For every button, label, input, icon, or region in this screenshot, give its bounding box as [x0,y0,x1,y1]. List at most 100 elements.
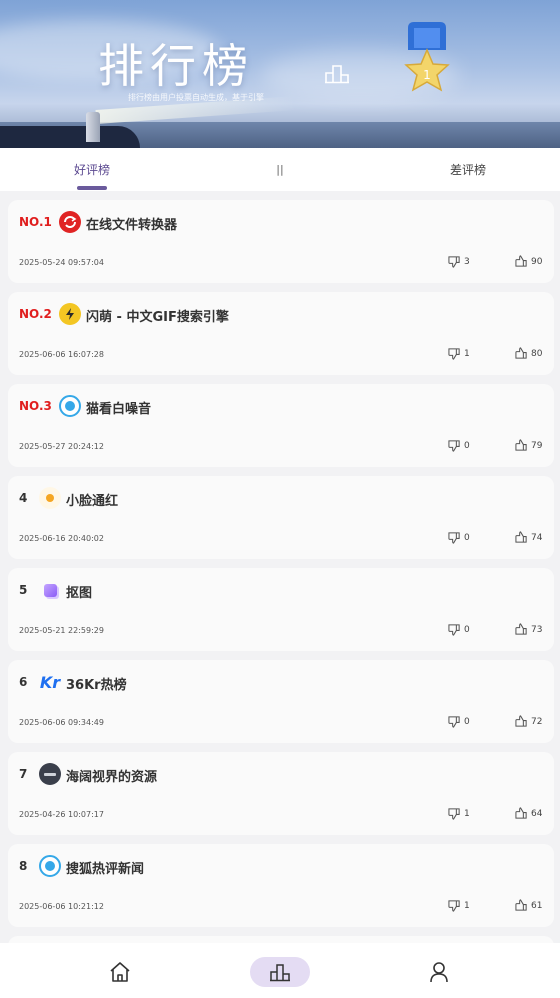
banner: 排行榜 排行榜由用户投票自动生成，基于引擎 1 [0,0,560,148]
tab-good-reviews[interactable]: 好评榜 [60,148,124,191]
list-item[interactable]: 4 小脸通红 2025-06-16 20:40:02 0 74 [8,476,554,559]
thumbs-down-icon [448,716,460,728]
thumbs-down-icon [448,624,460,636]
rank-label: 4 [19,491,28,505]
dislike-count: 1 [464,348,470,359]
app-name: 闪萌 - 中文GIF搜索引擎 [86,310,229,325]
rank-label: NO.2 [19,307,52,321]
thumbs-up-icon [515,899,527,911]
thumbs-down-icon [448,532,460,544]
like-button[interactable]: 90 [515,255,542,268]
timestamp: 2025-06-06 10:21:12 [19,902,104,911]
circle-dot-icon [39,855,61,877]
list-item[interactable]: 6 Kr 36Kr热榜 2025-06-06 09:34:49 0 72 [8,660,554,743]
banner-subtitle: 排行榜由用户投票自动生成，基于引擎 [128,93,264,102]
dislike-count: 0 [464,532,470,543]
thumbs-up-icon [515,255,527,267]
kr-logo-icon: Kr [39,672,61,692]
timestamp: 2025-06-16 20:40:02 [19,534,104,543]
thumbs-down-icon [448,808,460,820]
thumbs-down-icon [448,900,460,912]
rank-label: NO.1 [19,215,52,229]
app-name: 海阔视界的资源 [66,770,158,785]
like-button[interactable]: 73 [515,623,542,636]
like-button[interactable]: 61 [515,899,542,912]
app-name: 搜狐热评新闻 [66,862,145,877]
dislike-button[interactable]: 0 [448,531,470,544]
nav-home-button[interactable] [90,957,150,987]
active-tab-indicator [77,186,107,190]
dislike-count: 0 [464,440,470,451]
nav-ranking-button[interactable] [250,957,310,987]
dislike-button[interactable]: 1 [448,899,470,912]
timestamp: 2025-05-24 09:57:04 [19,258,104,267]
dislike-count: 0 [464,716,470,727]
app-name: 抠图 [66,586,93,601]
rank-label: 5 [19,583,28,597]
rank-label: 7 [19,767,28,781]
like-button[interactable]: 79 [515,439,542,452]
dislike-button[interactable]: 0 [448,715,470,728]
like-button[interactable]: 74 [515,531,542,544]
thumbs-up-icon [515,807,527,819]
convert-icon [59,211,81,233]
svg-text:1: 1 [423,68,431,82]
tab-separator: || [276,163,284,176]
lightning-icon [59,303,81,325]
ranking-list: NO.1 在线文件转换器 2025-05-24 09:57:04 3 90 NO… [0,191,560,943]
list-item[interactable]: 7 海阔视界的资源 2025-04-26 10:07:17 1 64 [8,752,554,835]
dark-badge-icon [39,763,61,785]
dislike-count: 0 [464,624,470,635]
thumbs-up-icon [515,439,527,451]
list-item[interactable]: 5 抠图 2025-05-21 22:59:29 0 73 [8,568,554,651]
thumbs-down-icon [448,256,460,268]
dislike-count: 1 [464,900,470,911]
list-item[interactable]: 8 搜狐热评新闻 2025-06-06 10:21:12 1 61 [8,844,554,927]
like-count: 74 [531,532,543,543]
like-button[interactable]: 72 [515,715,542,728]
app-name: 小脸通红 [66,494,119,509]
dislike-count: 1 [464,808,470,819]
dislike-button[interactable]: 1 [448,807,470,820]
circle-dot-icon [59,395,81,417]
banner-title: 排行榜 [98,39,254,93]
thumbs-up-icon [515,623,527,635]
timestamp: 2025-06-06 16:07:28 [19,350,104,359]
rank-label: NO.3 [19,399,52,413]
app-name: 猫看白噪音 [86,402,152,417]
list-item[interactable]: NO.2 闪萌 - 中文GIF搜索引擎 2025-06-06 16:07:28 … [8,292,554,375]
like-count: 73 [531,624,543,635]
sun-icon [39,487,61,509]
tab-bad-reviews[interactable]: 差评榜 [436,148,500,191]
list-item[interactable]: NO.1 在线文件转换器 2025-05-24 09:57:04 3 90 [8,200,554,283]
thumbs-up-icon [515,715,527,727]
lighthouse-icon [86,112,100,142]
list-item[interactable] [8,936,554,943]
dislike-button[interactable]: 1 [448,347,470,360]
dislike-button[interactable]: 0 [448,439,470,452]
dislike-button[interactable]: 3 [448,255,470,268]
nav-profile-button[interactable] [409,957,469,987]
like-button[interactable]: 80 [515,347,542,360]
home-icon [110,962,130,982]
app-name: 36Kr热榜 [66,678,127,693]
rank-label: 6 [19,675,28,689]
app-name: 在线文件转换器 [86,218,178,233]
rank-label: 8 [19,859,28,873]
thumbs-down-icon [448,348,460,360]
like-count: 80 [531,348,543,359]
like-count: 90 [531,256,543,267]
cutout-icon [39,579,61,601]
list-item[interactable]: NO.3 猫看白噪音 2025-05-27 20:24:12 0 79 [8,384,554,467]
like-count: 79 [531,440,543,451]
bottom-nav [0,943,560,998]
timestamp: 2025-06-06 09:34:49 [19,718,104,727]
dislike-button[interactable]: 0 [448,623,470,636]
timestamp: 2025-05-21 22:59:29 [19,626,104,635]
like-button[interactable]: 64 [515,807,542,820]
timestamp: 2025-04-26 10:07:17 [19,810,104,819]
like-count: 64 [531,808,543,819]
user-icon [430,962,448,983]
thumbs-down-icon [448,440,460,452]
podium-icon [270,964,290,982]
